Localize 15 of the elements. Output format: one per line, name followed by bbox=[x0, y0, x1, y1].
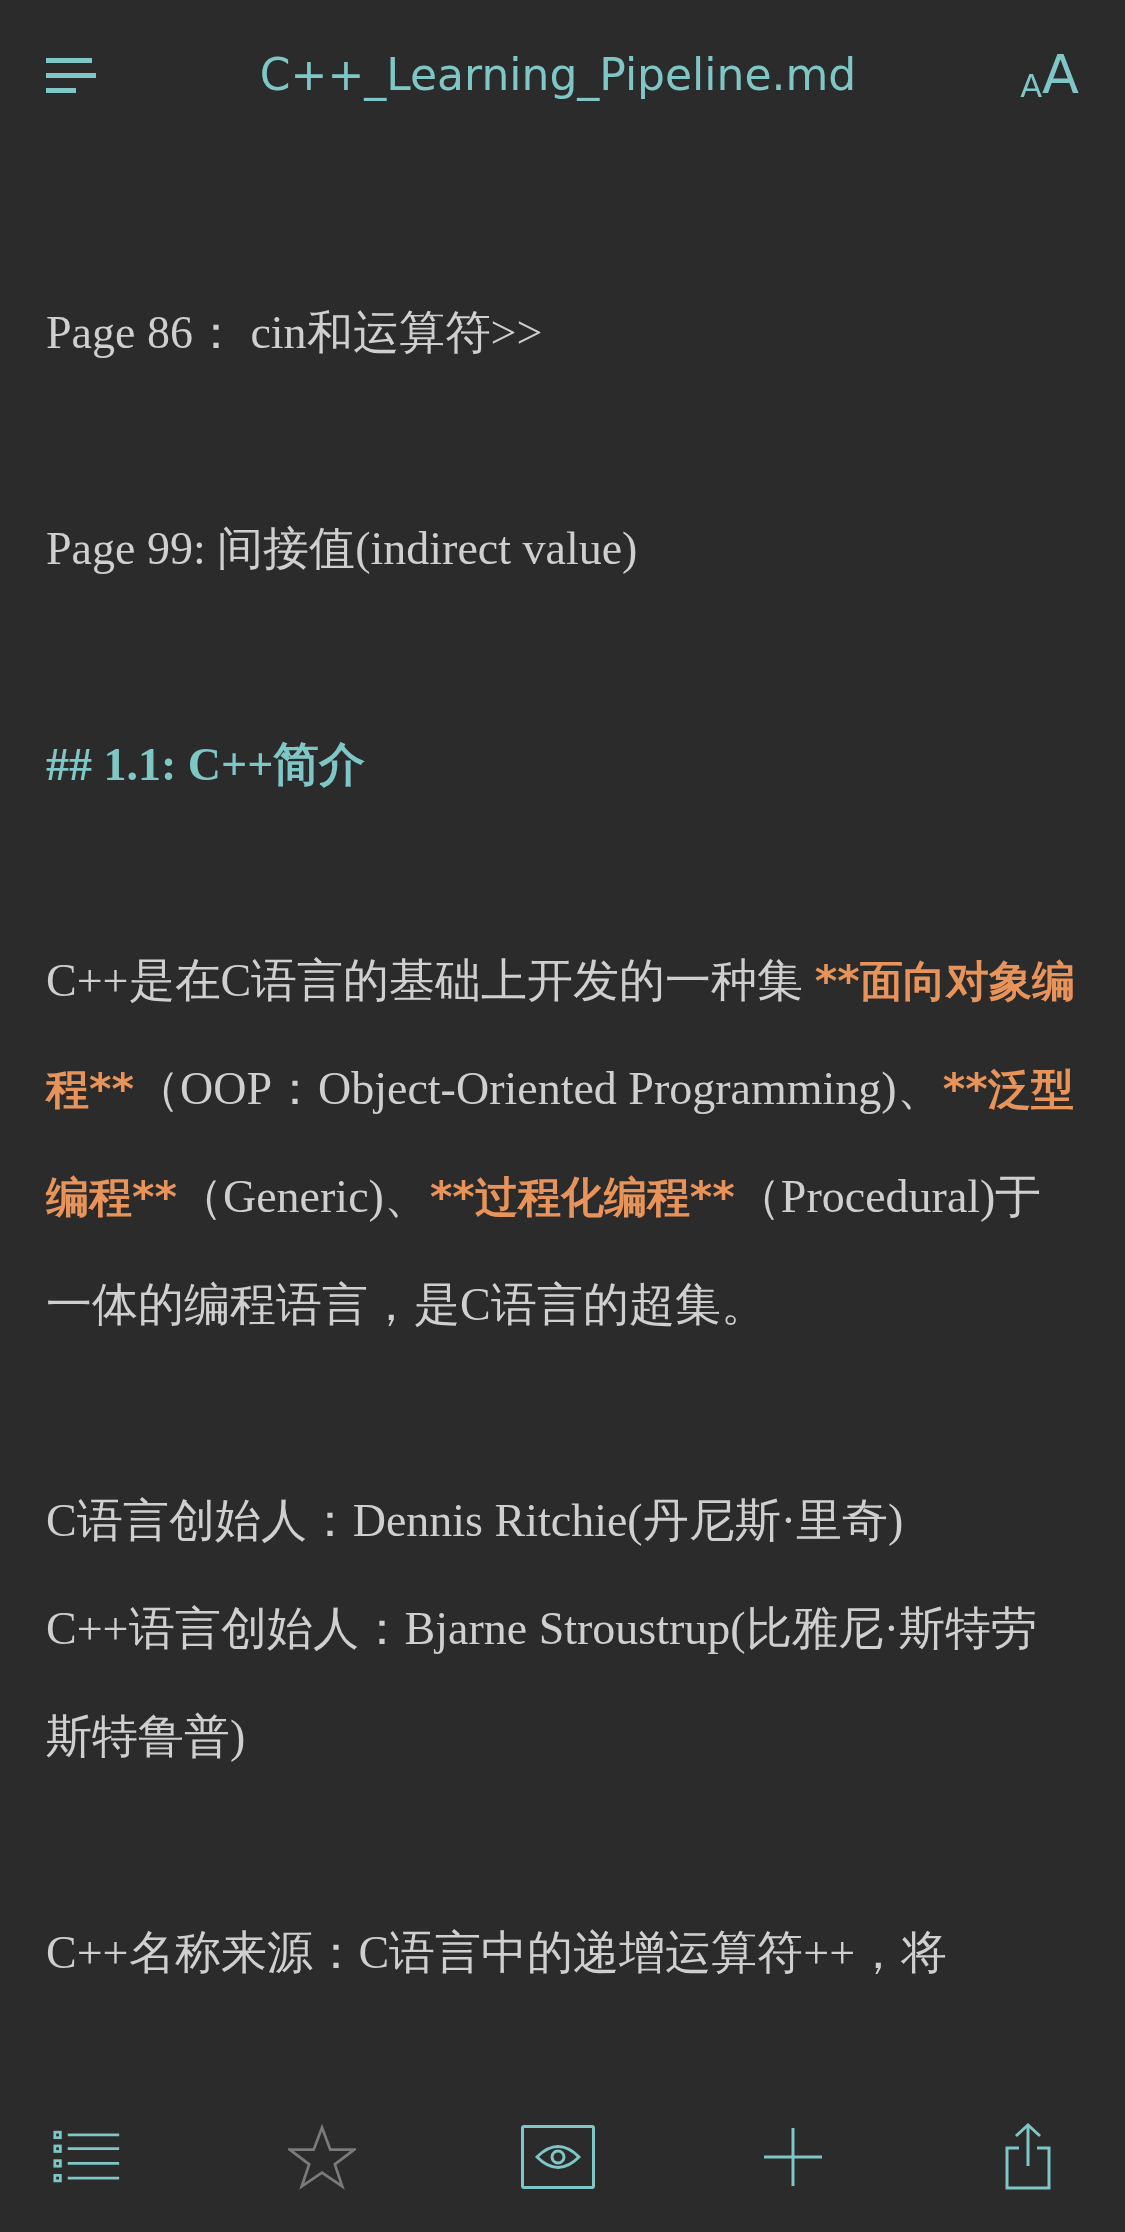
paragraph: C++名称来源：C语言中的递增运算符++，将 bbox=[46, 1926, 949, 1980]
section-heading: ## 1.1: C++简介 bbox=[46, 738, 367, 792]
menu-button[interactable] bbox=[46, 57, 96, 93]
eye-button[interactable] bbox=[520, 2125, 595, 2189]
paragraph: C++是在C语言的基础上开发的一种集 **面向对象编程**（OOP：Object-Oriented Programming)、**泛型 编程**（Generic)、**过程化编程**（Procedural)于一体的编程语言，是C语言的超集。 bbox=[46, 954, 1076, 1332]
share-icon bbox=[1003, 2122, 1053, 2192]
paragraph: Page 86： cin和运算符>> bbox=[46, 306, 544, 360]
paragraph: Page 99: 间接值(indirect value) bbox=[46, 522, 639, 576]
star-icon bbox=[288, 2122, 357, 2192]
plus-icon bbox=[763, 2128, 822, 2186]
document-title: C++_Learning_Pipeline.md bbox=[259, 48, 857, 103]
paragraph: C++语言创始人：Bjarne Stroustrup(比雅尼·斯特劳斯特鲁普) bbox=[46, 1602, 1038, 1764]
eye-icon bbox=[534, 2142, 581, 2172]
paragraph: C语言创始人：Dennis Ritchie(丹尼斯·里奇) bbox=[46, 1494, 905, 1548]
font-size-button[interactable]: AA bbox=[1020, 48, 1079, 102]
